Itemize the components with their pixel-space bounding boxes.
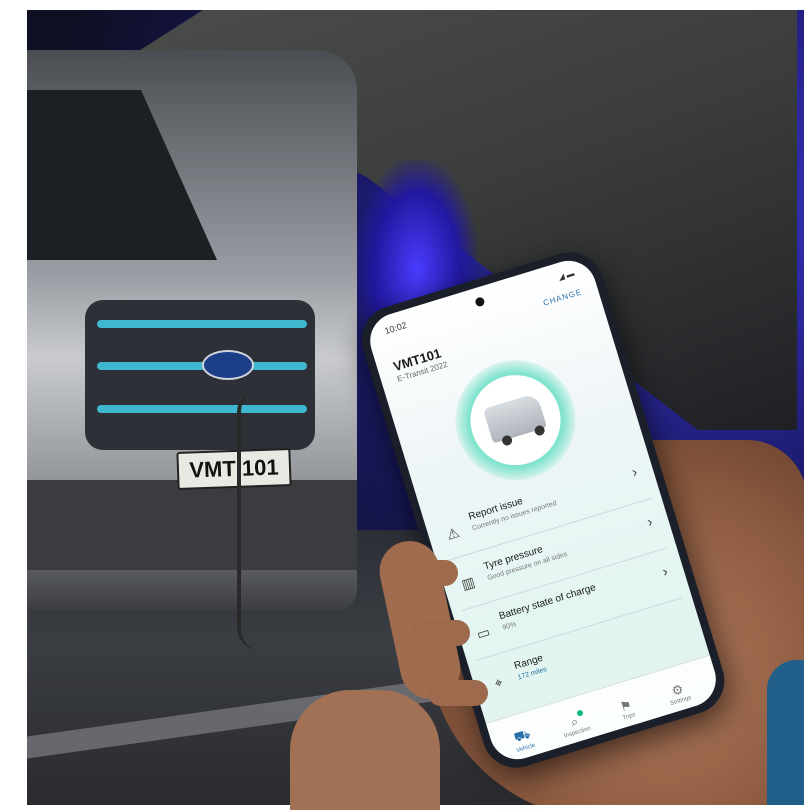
tab-inspection[interactable]: ⌕ Inspection — [548, 707, 602, 743]
charging-cable — [237, 390, 281, 650]
left-hand — [290, 690, 440, 810]
row-subtitle: 90% — [501, 620, 518, 632]
finger — [410, 620, 470, 646]
van-logo — [202, 350, 254, 380]
warning-icon: ⚠ — [444, 523, 462, 543]
chevron-right-icon: › — [629, 463, 640, 480]
grille-light-bar — [97, 320, 307, 328]
battery-icon: ▭ — [474, 623, 492, 643]
tyre-icon: ▥ — [459, 573, 477, 593]
range-icon: ⌖ — [492, 673, 505, 692]
chevron-right-icon: › — [660, 562, 670, 580]
van-windshield — [27, 90, 217, 260]
sleeve — [767, 660, 804, 805]
signal-icon: ◢ ▬ — [557, 268, 576, 283]
tab-trips[interactable]: ⚑ Trips — [600, 691, 654, 727]
tab-settings[interactable]: ⚙ Settings — [651, 676, 705, 712]
status-time: 10:02 — [383, 320, 408, 337]
finger — [428, 680, 488, 706]
chevron-right-icon: › — [645, 512, 655, 530]
tab-vehicle[interactable]: ⛟ Vehicle — [496, 721, 551, 759]
van-bumper — [27, 480, 357, 570]
finger — [398, 560, 458, 586]
